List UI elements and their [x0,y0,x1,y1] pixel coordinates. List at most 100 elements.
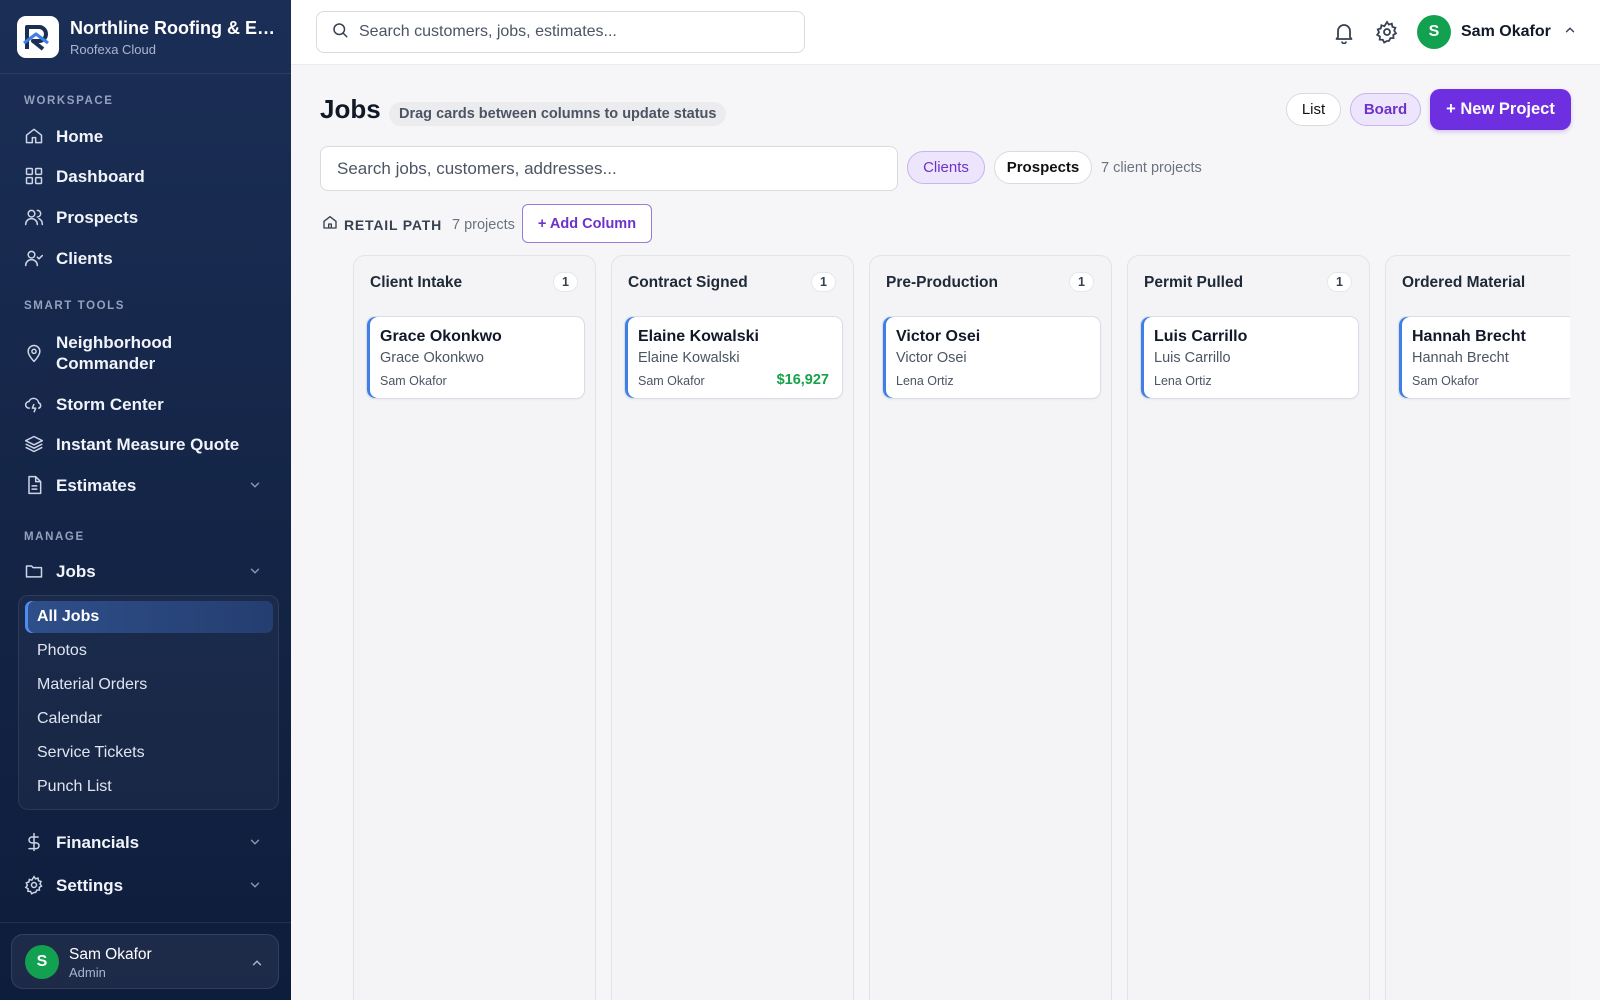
submenu-item-punch-list[interactable]: Punch List [25,771,273,803]
avatar: S [25,945,59,979]
sidebar-item-label: Instant Measure Quote [56,434,240,454]
chevron-down-icon [248,878,262,897]
drag-hint-badge: Drag cards between columns to update sta… [389,102,727,126]
chevron-down-icon [248,835,262,854]
card-owner: Lena Ortiz [896,374,954,388]
card-customer: Elaine Kowalski [638,350,740,366]
user-name: Sam Okafor [69,946,152,963]
sidebar-item-estimates[interactable]: Estimates [14,467,278,503]
job-card[interactable]: Luis Carrillo Luis Carrillo Lena Ortiz [1140,316,1359,399]
new-project-button[interactable]: + New Project [1430,89,1571,130]
sidebar-divider [0,922,291,923]
card-owner: Sam Okafor [380,374,447,388]
jobs-submenu: All Jobs Photos Material Orders Calendar… [18,595,279,810]
column-title: Contract Signed [628,274,748,291]
submenu-item-material-orders[interactable]: Material Orders [25,669,273,701]
job-card[interactable]: Grace Okonkwo Grace Okonkwo Sam Okafor [366,316,585,399]
sidebar-item-label: Clients [56,248,113,268]
sidebar-item-label: Estimates [56,475,137,495]
job-card[interactable]: Victor Osei Victor Osei Lena Ortiz [882,316,1101,399]
layers-icon [24,434,44,454]
submenu-item-photos[interactable]: Photos [25,635,273,667]
sidebar-item-label: Storm Center [56,394,164,414]
chevron-up-icon [250,956,264,975]
job-card[interactable]: Hannah Brecht Hannah Brecht Sam Okafor [1398,316,1570,399]
pipeline-count: 7 projects [451,216,515,233]
company-name: Northline Roofing & Ex... [70,18,275,38]
sidebar-item-label: Home [56,126,104,146]
add-column-button[interactable]: + Add Column [522,204,652,243]
grid-icon [24,166,44,186]
global-search-input[interactable] [359,23,789,41]
top-bar: S Sam Okafor [291,0,1600,65]
card-amount: $16,927 [776,372,829,388]
card-title: Victor Osei [896,328,981,345]
sidebar-item-home[interactable]: Home [14,118,278,154]
card-owner: Sam Okafor [1412,374,1479,388]
gear-icon [24,875,44,895]
column-count-badge: 1 [1327,272,1352,292]
sidebar-item-clients[interactable]: Clients [14,240,278,276]
bell-icon[interactable] [1332,20,1356,45]
pipeline-label: RETAIL PATH [344,216,442,233]
card-title: Elaine Kowalski [638,328,759,345]
job-search-input[interactable] [337,158,877,179]
view-list-button[interactable]: List [1286,93,1341,126]
sidebar-item-storm-center[interactable]: Storm Center [14,386,278,422]
view-board-button[interactable]: Board [1350,93,1421,126]
submenu-item-all-jobs[interactable]: All Jobs [25,601,273,633]
card-customer: Victor Osei [896,350,967,366]
board-column: Ordered Material Hannah Brecht Hannah Br… [1385,255,1570,1000]
file-text-icon [24,475,44,495]
search-icon [331,21,349,44]
sidebar-item-prospects[interactable]: Prospects [14,199,278,235]
section-label-smart-tools: SMART TOOLS [24,300,126,312]
section-label-workspace: WORKSPACE [24,95,114,107]
global-search[interactable] [316,11,805,53]
chevron-down-icon [248,564,262,583]
sidebar-item-label: Neighborhood Commander [56,333,173,373]
board-column: Permit Pulled 1 Luis Carrillo Luis Carri… [1127,255,1370,1000]
dollar-icon [24,832,44,852]
folder-icon [24,561,44,581]
card-customer: Grace Okonkwo [380,350,484,366]
board-column: Contract Signed 1 Elaine Kowalski Elaine… [611,255,854,1000]
sidebar-item-financials[interactable]: Financials [14,824,278,860]
job-card[interactable]: Elaine Kowalski Elaine Kowalski Sam Okaf… [624,316,843,399]
gear-icon[interactable] [1375,20,1399,44]
board-column: Pre-Production 1 Victor Osei Victor Osei… [869,255,1112,1000]
column-title: Ordered Material [1402,274,1526,291]
card-title: Luis Carrillo [1154,328,1248,345]
sidebar-item-dashboard[interactable]: Dashboard [14,158,278,194]
submenu-item-service-tickets[interactable]: Service Tickets [25,737,273,769]
page-title: Jobs [320,94,381,124]
job-search[interactable] [320,146,898,191]
cloud-lightning-icon [24,394,44,414]
user-name: Sam Okafor [1461,23,1551,40]
sidebar-item-neighborhood-commander[interactable]: Neighborhood Commander [14,330,278,376]
column-count-badge: 1 [811,272,836,292]
card-customer: Hannah Brecht [1412,350,1509,366]
sidebar-item-label: Dashboard [56,166,145,186]
project-count: 7 client projects [1101,160,1202,176]
brand-header: Northline Roofing & Ex... Roofexa Cloud [0,0,291,74]
filter-clients-button[interactable]: Clients [907,151,985,184]
product-name: Roofexa Cloud [70,42,156,57]
column-title: Client Intake [370,274,463,291]
sidebar-item-settings[interactable]: Settings [14,867,278,903]
house-icon [322,214,338,235]
avatar: S [1417,15,1451,49]
sidebar-user-card[interactable]: S Sam Okafor Admin [11,934,279,989]
filter-prospects-button[interactable]: Prospects [994,151,1092,184]
chevron-up-icon [1563,23,1577,42]
pipeline-header: RETAIL PATH 7 projects [322,214,515,235]
submenu-item-calendar[interactable]: Calendar [25,703,273,735]
sidebar-item-label: Settings [56,875,124,895]
sidebar-item-instant-measure-quote[interactable]: Instant Measure Quote [14,426,278,462]
sidebar-item-label: Prospects [56,207,139,227]
sidebar-item-jobs[interactable]: Jobs [14,553,278,589]
user-menu[interactable]: S Sam Okafor [1417,15,1577,49]
roof-r-logo-icon[interactable] [17,16,59,58]
users-icon [24,207,44,227]
column-title: Pre-Production [886,274,998,291]
